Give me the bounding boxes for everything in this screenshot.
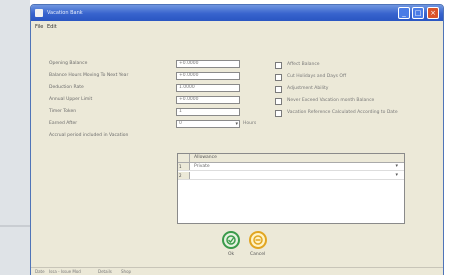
timer-token-input[interactable]: 1 <box>176 108 240 116</box>
window-title: Vacation Bank <box>47 10 83 16</box>
status-item: Issa - Issue Mod <box>49 269 81 274</box>
ok-button-label[interactable]: Ok <box>228 252 234 257</box>
vacation-bank-window: Vacation Bank _ □ × File Edit Opening Ba… <box>30 4 444 275</box>
status-bar: Date Issa - Issue Mod Details Shop <box>31 267 443 275</box>
status-item: Details <box>98 269 112 274</box>
affect-balance-checkbox[interactable] <box>275 62 282 69</box>
earned-after-value: 0 <box>179 121 182 126</box>
grid-header-label: Allowance <box>194 155 217 160</box>
earned-after-label: Earned After <box>49 121 78 126</box>
maximize-button[interactable]: □ <box>412 7 424 19</box>
grid-header: Allowance <box>178 154 404 163</box>
deduction-rate-input[interactable]: 1.0000 <box>176 84 240 92</box>
annual-upper-limit-input[interactable]: +0.0000 <box>176 96 240 104</box>
minimize-button[interactable]: _ <box>398 7 410 19</box>
menu-file[interactable]: File <box>35 24 43 30</box>
status-item: Shop <box>121 269 132 274</box>
row-index: 1 <box>178 163 190 170</box>
row-value[interactable]: Private <box>194 163 210 170</box>
balance-hours-input[interactable]: +0.0000 <box>176 72 240 80</box>
adjustment-ability-label: Adjustment Ability <box>287 86 329 91</box>
chevron-down-icon[interactable]: ▾ <box>395 163 398 170</box>
ok-icon[interactable] <box>222 231 240 249</box>
allowance-grid[interactable]: Allowance 1 Private ▾ 2 ▾ <box>177 153 405 224</box>
annual-upper-limit-label: Annual Upper Limit <box>49 97 93 102</box>
vacation-reference-checkbox[interactable] <box>275 110 282 117</box>
never-exceed-label: Never Exceed Vacation month Balance <box>287 98 375 103</box>
deduction-rate-label: Deduction Rate <box>49 85 84 90</box>
grid-corner <box>178 154 190 162</box>
title-bar[interactable]: Vacation Bank _ □ × <box>31 5 443 21</box>
opening-balance-label: Opening Balance <box>49 61 88 66</box>
menu-edit[interactable]: Edit <box>47 24 57 30</box>
divider <box>0 225 30 227</box>
cancel-button-label[interactable]: Cancel <box>250 252 265 257</box>
chevron-down-icon[interactable]: ▾ <box>235 121 238 127</box>
background-panel <box>0 0 30 275</box>
accrual-period-label: Accrual period included in Vacation <box>49 133 129 138</box>
opening-balance-input[interactable]: +0.0000 <box>176 60 240 68</box>
cut-holidays-checkbox[interactable] <box>275 74 282 81</box>
affect-balance-label: Affect Balance <box>287 62 320 67</box>
earned-after-unit: Hours <box>243 121 257 126</box>
adjustment-ability-checkbox[interactable] <box>275 86 282 93</box>
cut-holidays-label: Cut Holidays and Days Off <box>287 74 347 79</box>
vacation-reference-label: Vacation Reference Calculated According … <box>287 110 398 115</box>
timer-token-label: Timer Token <box>49 109 77 114</box>
close-button[interactable]: × <box>427 7 439 19</box>
balance-hours-label: Balance Hours Moving To Next Year <box>49 73 129 78</box>
chevron-down-icon[interactable]: ▾ <box>395 172 398 179</box>
never-exceed-checkbox[interactable] <box>275 98 282 105</box>
table-row[interactable]: 1 Private ▾ <box>178 163 404 171</box>
earned-after-select[interactable]: 0 ▾ <box>176 120 240 128</box>
menu-bar: File Edit <box>31 21 443 33</box>
cancel-icon[interactable] <box>249 231 267 249</box>
status-item: Date <box>35 269 45 274</box>
app-icon <box>35 9 43 17</box>
table-row[interactable]: 2 ▾ <box>178 172 404 180</box>
row-index: 2 <box>178 172 190 179</box>
